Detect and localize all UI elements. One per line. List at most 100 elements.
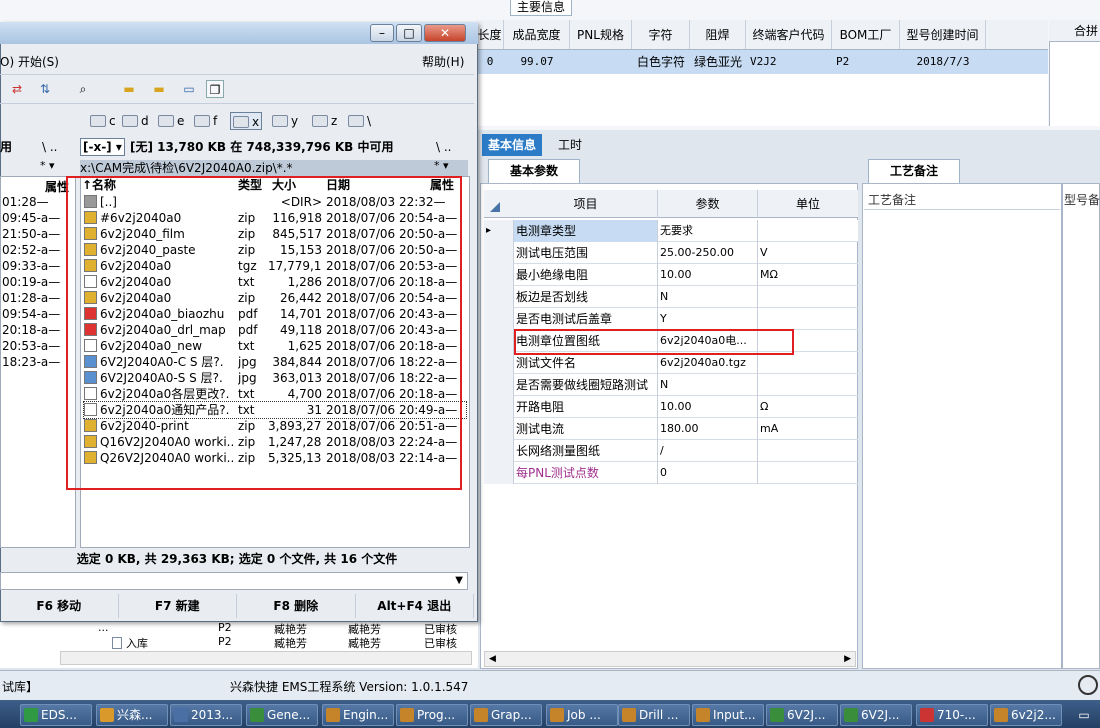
- f6-move-button[interactable]: F6 移动: [0, 594, 119, 618]
- param-value[interactable]: 无要求: [658, 220, 758, 242]
- param-hscrollbar[interactable]: ◀ ▶: [484, 651, 856, 667]
- taskbar-button[interactable]: 2013...: [170, 704, 242, 726]
- tab-process-notes[interactable]: 工艺备注: [868, 159, 960, 183]
- ftp-icon[interactable]: ⇄: [8, 80, 26, 98]
- taskbar-button[interactable]: EDS...: [20, 704, 92, 726]
- drive-x[interactable]: x: [230, 112, 263, 130]
- param-row[interactable]: ▸ 电测章类型 无要求: [484, 220, 858, 242]
- param-row[interactable]: 测试文件名 6v2j2040a0.tgz: [484, 352, 858, 374]
- backslash-label[interactable]: \ ..: [436, 136, 452, 158]
- param-value[interactable]: 180.00: [658, 418, 758, 440]
- left-file-row[interactable]: 09:45-a—: [2, 210, 76, 226]
- taskbar-button[interactable]: Prog...: [396, 704, 468, 726]
- f8-delete-button[interactable]: F8 删除: [237, 594, 356, 618]
- url-icon[interactable]: ⇅: [36, 80, 54, 98]
- param-row[interactable]: 长网络测量图纸 /: [484, 440, 858, 462]
- header-value[interactable]: 参数: [658, 190, 758, 218]
- tab-work-hours[interactable]: 工时: [552, 134, 588, 156]
- col-created[interactable]: 型号创建时间: [900, 20, 986, 49]
- altf4-exit-button[interactable]: Alt+F4 退出: [356, 594, 474, 618]
- left-filter[interactable]: * ▾: [40, 158, 55, 174]
- taskbar-button[interactable]: Gene...: [246, 704, 318, 726]
- taskbar-button[interactable]: 6v2j2...: [990, 704, 1062, 726]
- param-value[interactable]: N: [658, 374, 758, 396]
- menu-help[interactable]: 帮助(H): [422, 52, 464, 72]
- taskbar-button[interactable]: 6V2J...: [840, 704, 912, 726]
- taskbar-button[interactable]: 兴森...: [96, 704, 168, 726]
- tree-hscrollbar[interactable]: [60, 651, 472, 665]
- command-line[interactable]: ▼: [0, 572, 468, 590]
- param-row[interactable]: 最小绝缘电阻 10.00 MΩ: [484, 264, 858, 286]
- param-row[interactable]: 是否需要做线圈短路测试 N: [484, 374, 858, 396]
- drive-network[interactable]: \: [348, 112, 371, 130]
- taskbar-button[interactable]: Engin...: [322, 704, 394, 726]
- tab-basic-params[interactable]: 基本参数: [488, 159, 580, 183]
- maximize-button[interactable]: □: [396, 24, 422, 42]
- header-item[interactable]: 项目: [514, 190, 658, 218]
- taskbar-button[interactable]: 6V2J...: [766, 704, 838, 726]
- f7-new-button[interactable]: F7 新建: [119, 594, 237, 618]
- left-file-row[interactable]: 21:50-a—: [2, 226, 76, 242]
- drive-select[interactable]: [-x-] ▾: [80, 138, 125, 156]
- left-file-row[interactable]: 20:53-a—: [2, 338, 76, 354]
- left-file-row[interactable]: 00:19-a—: [2, 274, 76, 290]
- col-bom[interactable]: BOM工厂: [832, 20, 900, 49]
- left-file-row[interactable]: 20:18-a—: [2, 322, 76, 338]
- grid-row-selected[interactable]: 0 99.07 白色字符 绿色亚光 V2J2 P2 2018/7/3: [476, 50, 1048, 74]
- drive-y[interactable]: y: [272, 112, 298, 130]
- col-mask[interactable]: 阻焊: [690, 20, 746, 49]
- clock-icon[interactable]: [1078, 675, 1098, 695]
- param-value[interactable]: 10.00: [658, 264, 758, 286]
- taskbar-button[interactable]: Grap...: [470, 704, 542, 726]
- col-char[interactable]: 字符: [632, 20, 690, 49]
- drive-d[interactable]: d: [122, 112, 149, 130]
- param-value[interactable]: N: [658, 286, 758, 308]
- taskbar-button[interactable]: Drill ...: [618, 704, 690, 726]
- copy-icon[interactable]: ❐: [206, 80, 224, 98]
- right-filter[interactable]: * ▾: [434, 158, 449, 174]
- param-row[interactable]: 板边是否划线 N: [484, 286, 858, 308]
- folder-icon[interactable]: ▬: [120, 80, 138, 98]
- tree-row[interactable]: ...: [98, 621, 109, 634]
- close-button[interactable]: ✕: [424, 24, 466, 42]
- param-row[interactable]: 每PNL测试点数 0: [484, 462, 858, 484]
- col-width[interactable]: 成品宽度: [504, 20, 570, 49]
- drive-f[interactable]: f: [194, 112, 217, 130]
- param-row[interactable]: 测试电压范围 25.00-250.00 V: [484, 242, 858, 264]
- left-file-row[interactable]: 09:54-a—: [2, 306, 76, 322]
- binoculars-icon[interactable]: ⌕: [74, 80, 92, 98]
- param-value[interactable]: 25.00-250.00: [658, 242, 758, 264]
- param-value[interactable]: /: [658, 440, 758, 462]
- col-customer[interactable]: 终端客户代码: [746, 20, 832, 49]
- left-file-row[interactable]: 18:23-a—: [2, 354, 76, 370]
- menu-start[interactable]: O) 开始(S): [0, 52, 59, 72]
- param-value[interactable]: 6v2j2040a0.tgz: [658, 352, 758, 374]
- left-file-row[interactable]: 02:52-a—: [2, 242, 76, 258]
- left-file-row[interactable]: 09:33-a—: [2, 258, 76, 274]
- param-row[interactable]: 测试电流 180.00 mA: [484, 418, 858, 440]
- left-file-row[interactable]: 01:28-a—: [2, 290, 76, 306]
- drive-z[interactable]: z: [312, 112, 337, 130]
- taskbar-button[interactable]: Job ...: [546, 704, 618, 726]
- taskbar-button[interactable]: Input...: [692, 704, 764, 726]
- tree-row[interactable]: 入库: [112, 635, 148, 651]
- scroll-right-icon[interactable]: ▶: [844, 654, 851, 664]
- param-value[interactable]: Y: [658, 308, 758, 330]
- header-unit[interactable]: 单位: [758, 190, 858, 218]
- window-icon[interactable]: ▭: [180, 80, 198, 98]
- drive-c[interactable]: c: [90, 112, 116, 130]
- taskbar-button[interactable]: 710-...: [916, 704, 988, 726]
- param-row[interactable]: 是否电测试后盖章 Y: [484, 308, 858, 330]
- chevron-down-icon[interactable]: ▼: [455, 573, 463, 589]
- backslash-label[interactable]: \ ..: [42, 136, 58, 158]
- minimize-button[interactable]: –: [370, 24, 394, 42]
- col-pnl[interactable]: PNL规格: [570, 20, 632, 49]
- folder-sync-icon[interactable]: ▬: [150, 80, 168, 98]
- param-value[interactable]: 0: [658, 462, 758, 484]
- col-length[interactable]: 长度: [476, 20, 504, 49]
- param-value[interactable]: 10.00: [658, 396, 758, 418]
- tab-basic-info[interactable]: 基本信息: [482, 134, 543, 156]
- scroll-left-icon[interactable]: ◀: [489, 654, 496, 664]
- tray-icon[interactable]: ▭: [1068, 704, 1100, 726]
- left-file-row[interactable]: 01:28—: [2, 194, 76, 210]
